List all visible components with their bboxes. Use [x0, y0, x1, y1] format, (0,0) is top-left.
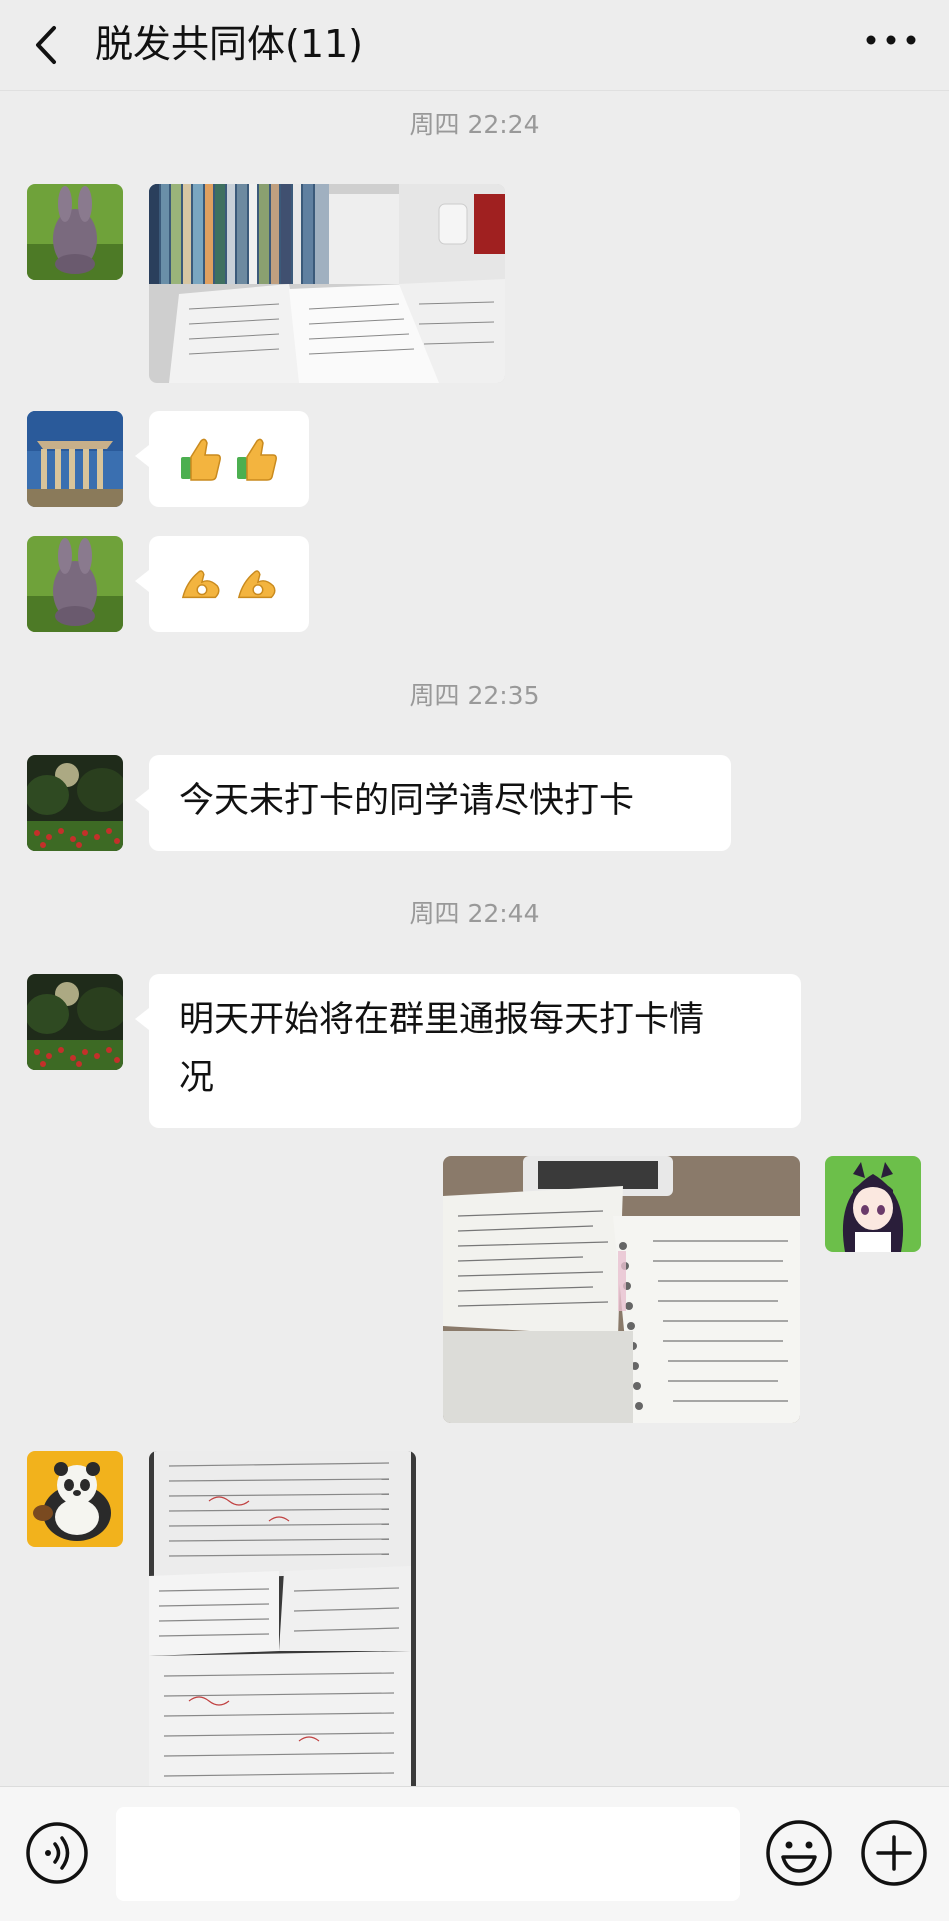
panda-avatar[interactable] — [27, 1451, 123, 1547]
message-bubble[interactable]: 今天未打卡的同学请尽快打卡 — [135, 755, 731, 851]
timestamp: 周四 22:35 — [409, 681, 540, 710]
emoji-button[interactable] — [763, 1817, 835, 1889]
chat-photo[interactable] — [443, 1156, 800, 1423]
message-bubble[interactable]: 明天开始将在群里通报每天打卡情 况 — [135, 974, 801, 1128]
garden-avatar[interactable] — [27, 974, 123, 1070]
more-functions-button[interactable] — [858, 1817, 930, 1889]
chat-photo[interactable] — [149, 1451, 416, 1786]
garden-avatar[interactable] — [27, 755, 123, 851]
back-button[interactable] — [28, 20, 68, 70]
plus-icon — [861, 1820, 927, 1886]
smiley-icon — [766, 1820, 832, 1886]
bunny-avatar[interactable] — [27, 184, 123, 280]
chevron-left-icon — [36, 26, 56, 64]
thumbs-up-icon — [181, 438, 221, 481]
input-bar — [0, 1786, 949, 1921]
chat-title: 脱发共同体(11) — [95, 22, 364, 66]
ok-hand-icon — [237, 570, 276, 599]
message-text-line: 明天开始将在群里通报每天打卡情 — [179, 1000, 705, 1040]
anime-girl-avatar[interactable] — [825, 1156, 921, 1252]
voice-icon — [26, 1822, 88, 1884]
message-bubble[interactable] — [135, 536, 309, 632]
more-button[interactable] — [861, 20, 921, 60]
message-bubble[interactable] — [135, 411, 309, 507]
thumbs-up-icon — [237, 438, 277, 481]
message-text-line: 况 — [179, 1058, 215, 1098]
top-bar: 脱发共同体(11) — [0, 0, 949, 91]
voice-button[interactable] — [24, 1820, 90, 1886]
bunny-avatar[interactable] — [27, 536, 123, 632]
timestamp: 周四 22:44 — [409, 899, 540, 928]
temple-avatar[interactable] — [27, 411, 123, 507]
chat-photo[interactable] — [149, 184, 505, 383]
message-input[interactable] — [116, 1807, 740, 1901]
ok-hand-icon — [181, 570, 220, 599]
message-text: 今天未打卡的同学请尽快打卡 — [179, 781, 635, 821]
timestamp: 周四 22:24 — [409, 110, 540, 139]
more-dots-icon — [866, 35, 916, 45]
